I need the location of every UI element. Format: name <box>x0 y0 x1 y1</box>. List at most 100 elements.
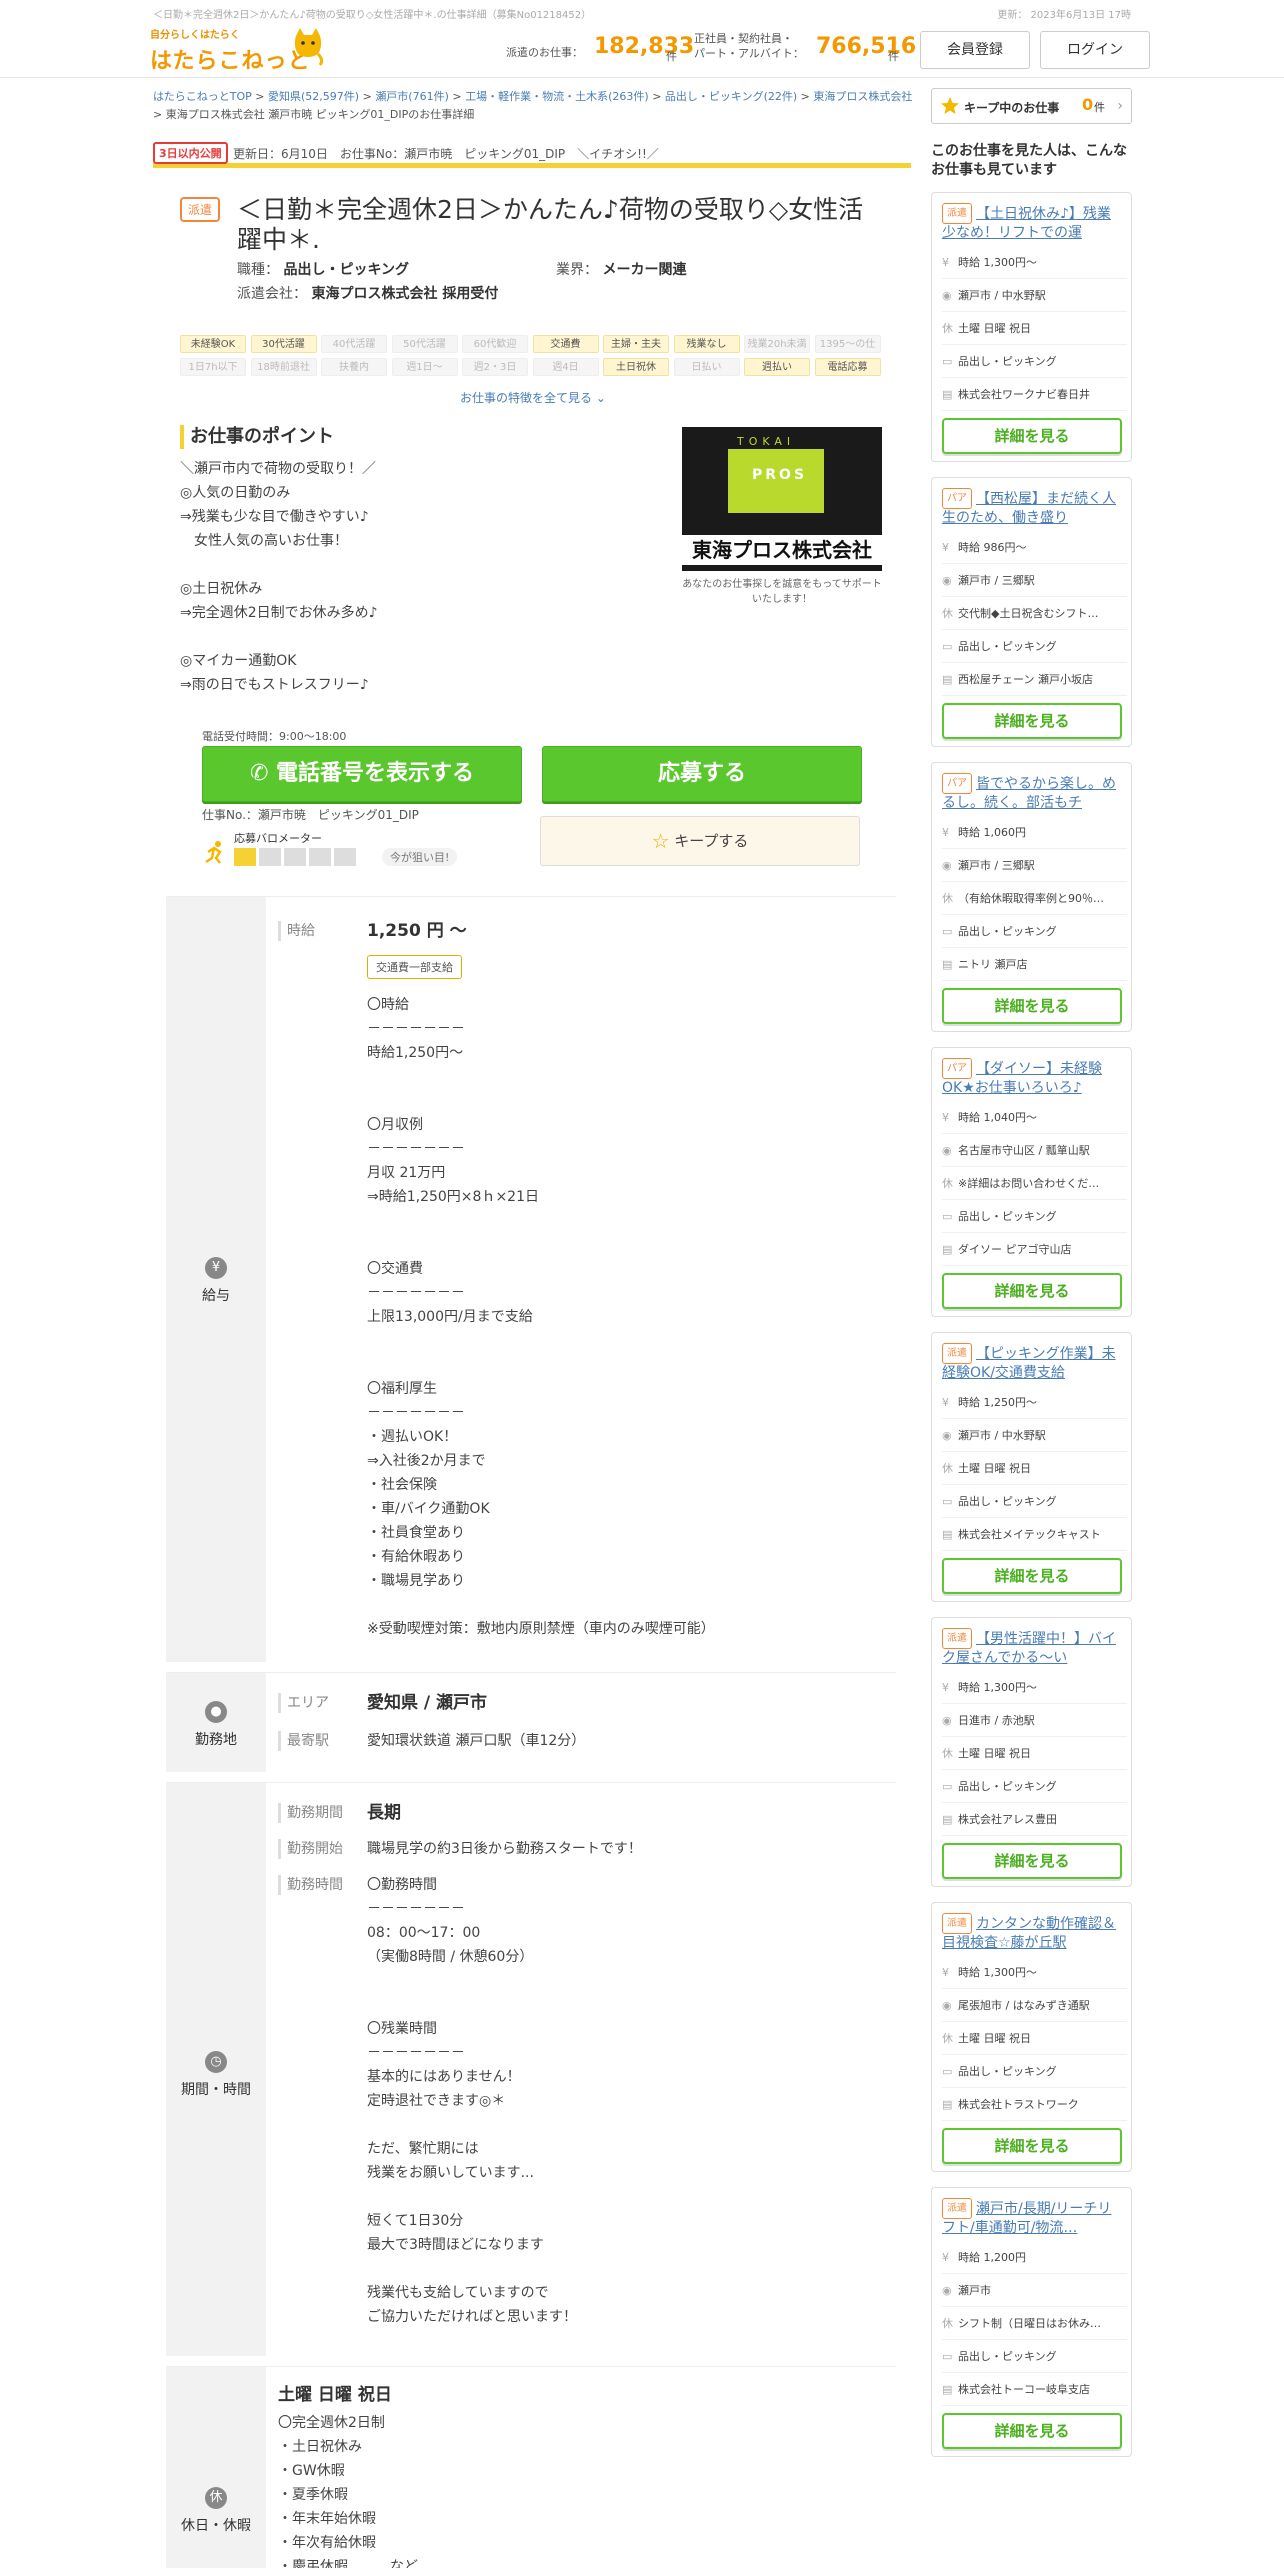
recommend-card-job: ▭ 品出し・ピッキング <box>942 631 1127 663</box>
detail-button[interactable]: 詳細を見る <box>942 2413 1122 2449</box>
company-icon: ▤ <box>942 1243 953 1256</box>
detail-button[interactable]: 詳細を見る <box>942 1273 1122 1309</box>
show-phone-button[interactable]: ✆ 電話番号を表示する <box>202 746 522 802</box>
recommend-card-job: ▭ 品出し・ピッキング <box>942 1201 1127 1233</box>
company-icon: ▤ <box>942 1528 953 1541</box>
recommend-card[interactable]: 派遣 瀬戸市/長期/リーチリフト/車通勤可/物流… ¥ 時給 1,200円 ◉ 瀬戸市休シ… <box>931 2187 1132 2457</box>
recommend-card-pay-text: 時給 1,300円～ <box>958 1966 1037 1979</box>
recommend-card-place: ◉ 尾張旭市 / はなみずき通駅 <box>942 1990 1127 2022</box>
breadcrumb-item[interactable]: 愛知県(52,597件) <box>268 90 359 103</box>
recommend-card[interactable]: 派遣 【男性活躍中！】バイク屋さんでかる～い ¥ 時給 1,300円～ ◉ 日進市 / 赤… <box>931 1617 1132 1887</box>
recommend-card-title[interactable]: パア 【西松屋】まだ続く人生のため、働き盛り <box>942 488 1122 526</box>
recommend-card[interactable]: 派遣 カンタンな動作確認＆目視検査☆藤が丘駅 ¥ 時給 1,300円～ ◉ 尾張旭市 / … <box>931 1902 1132 2172</box>
holiday-row: 休休日・休暇 土曜 日曜 祝日 〇完全週休2日制 ・土日祝休み ・GW休暇 ・夏… <box>166 2366 896 2568</box>
recommend-card-co-text: 株式会社アレス豊田 <box>958 1813 1057 1826</box>
recommend-card-title[interactable]: パア 【ダイソー】未経験OK★お仕事いろいろ♪ <box>942 1058 1122 1096</box>
salary-label-text: 給与 <box>202 1288 230 1304</box>
recommend-card-hol-text: 土曜 日曜 祝日 <box>958 1462 1031 1475</box>
holiday-icon: 休 <box>205 2487 227 2509</box>
recommend-card-co-text: 株式会社ワークナビ春日井 <box>958 388 1090 401</box>
holiday-icon: 休 <box>942 892 953 905</box>
job-icon: ▭ <box>942 1495 953 1508</box>
recommend-card-hol: 休 （有給休暇取得率例と90％… <box>942 883 1127 915</box>
holiday-label: 休休日・休暇 <box>166 2367 266 2568</box>
recommend-card-hol-text: 土曜 日曜 祝日 <box>958 1747 1031 1760</box>
recommend-card-job-text: 品出し・ピッキング <box>958 355 1057 368</box>
recommend-card-hol: 休シフト制（日曜日はお休み… <box>942 2308 1127 2340</box>
keep-list-label: キープ中のお仕事 <box>964 101 1060 115</box>
company-logo: TOKAI PROS 東海プロス株式会社 <box>682 427 882 571</box>
occupation-label: 職種： <box>237 262 279 278</box>
recommend-card-hol-text: ※詳細はお問い合わせくだ… <box>958 1177 1100 1190</box>
detail-button[interactable]: 詳細を見る <box>942 2128 1122 2164</box>
recommend-card-pay: ¥ 時給 1,300円～ <box>942 1957 1127 1989</box>
keep-list-link[interactable]: キープ中のお仕事 0 件 › <box>931 88 1132 124</box>
detail-button[interactable]: 詳細を見る <box>942 418 1122 454</box>
recommend-card-place: ◉ 名古屋市守山区 / 瓢箪山駅 <box>942 1135 1127 1167</box>
recommend-title: このお仕事を見た人は、こんなお仕事も見ています <box>931 143 1127 178</box>
recommend-card[interactable]: パア 【西松屋】まだ続く人生のため、働き盛り ¥ 時給 986円～ ◉ 瀬戸市 / 三郷駅… <box>931 477 1132 747</box>
job-type-badge: パア <box>942 488 972 509</box>
feature-tag: 1日7h以下 <box>180 358 246 376</box>
recommend-card[interactable]: 派遣 【土日祝休み♪】残業少なめ！リフトでの運 ¥ 時給 1,300円～ ◉ 瀬戸市 / … <box>931 192 1132 462</box>
recommend-card-hol-text: （有給休暇取得率例と90％… <box>958 892 1104 905</box>
recommend-card-place-text: 名古屋市守山区 / 瓢箪山駅 <box>958 1144 1090 1157</box>
recommend-card-hol: 休土曜 日曜 祝日 <box>942 2023 1127 2055</box>
detail-button[interactable]: 詳細を見る <box>942 703 1122 739</box>
recommend-card-job-text: 品出し・ピッキング <box>958 1780 1057 1793</box>
breadcrumb-item[interactable]: 工場・軽作業・物流・土木系(263件) <box>465 90 649 103</box>
action-area: 電話受付時間：9:00～18:00 ✆ 電話番号を表示する 応募する 仕事No.… <box>200 726 864 866</box>
feature-tag: 週払い <box>744 358 810 376</box>
start-label: 勤務開始 <box>278 1839 343 1859</box>
site-logo[interactable]: 自分らしくはたらく はたらこねっと <box>150 26 330 74</box>
detail-button[interactable]: 詳細を見る <box>942 1843 1122 1879</box>
holiday-icon: 休 <box>942 1747 953 1760</box>
register-button[interactable]: 会員登録 <box>920 31 1030 69</box>
other-count: 766,516 <box>816 34 917 59</box>
detail-button[interactable]: 詳細を見る <box>942 988 1122 1024</box>
top-strip: ＜日勤＊完全週休2日＞かんたん♪荷物の受取り◇女性活躍中＊.の仕事詳細（募集No… <box>0 0 1284 22</box>
job-number: 仕事No.：瀬戸市暁 ピッキング01_DIP <box>202 808 419 822</box>
breadcrumb-item[interactable]: はたらこねっとTOP <box>153 90 252 103</box>
recommend-card-place-text: 瀬戸市 <box>958 2284 991 2297</box>
breadcrumb-separator: > <box>452 90 462 103</box>
recommend-card-title[interactable]: 派遣 カンタンな動作確認＆目視検査☆藤が丘駅 <box>942 1913 1122 1951</box>
recommend-card-title[interactable]: 派遣 【土日祝休み♪】残業少なめ！リフトでの運 <box>942 203 1122 241</box>
holiday-icon: 休 <box>942 2032 953 2045</box>
update-bar: 3日以内公開 更新日：6月10日 お仕事No：瀬戸市暁 ピッキング01_DIP … <box>153 140 911 168</box>
breadcrumb-item[interactable]: 東海プロス株式会社 <box>813 90 912 103</box>
logo-mid-text: PROS <box>752 467 808 483</box>
recommend-card-title[interactable]: 派遣 瀬戸市/長期/リーチリフト/車通勤可/物流… <box>942 2198 1122 2236</box>
industry-label: 業界： <box>556 262 598 278</box>
recommend-card-job: ▭ 品出し・ピッキング <box>942 916 1127 948</box>
period-label: ◷ 期間・時間 <box>166 1783 266 2356</box>
period-row: ◷ 期間・時間 勤務期間 長期 勤務開始 職場見学の約3日後から勤務スタートです！… <box>166 1782 896 2356</box>
breadcrumb-item[interactable]: 品出し・ピッキング(22件) <box>665 90 797 103</box>
area-label: エリア <box>278 1693 329 1713</box>
recommend-card[interactable]: パア 【ダイソー】未経験OK★お仕事いろいろ♪ ¥ 時給 1,040円～ ◉ 名古屋市守山… <box>931 1047 1132 1317</box>
company-icon: ▤ <box>942 2383 953 2396</box>
recommend-card-title[interactable]: 派遣 【ピッキング作業】未経験OK/交通費支給 <box>942 1343 1122 1381</box>
recommend-card-co-text: 株式会社トラストワーク <box>958 2098 1079 2111</box>
company-icon: ▤ <box>942 2098 953 2111</box>
recommend-card-place-text: 瀬戸市 / 中水野駅 <box>958 289 1046 302</box>
breadcrumb-item[interactable]: 瀬戸市(761件) <box>375 90 449 103</box>
detail-button[interactable]: 詳細を見る <box>942 1558 1122 1594</box>
feature-tag: 週1日～ <box>391 358 458 376</box>
recommend-card-title[interactable]: パア 皆でやるから楽し。めるし。続く。部活もチ <box>942 773 1122 811</box>
keep-button[interactable]: ☆ キープする <box>540 816 860 866</box>
job-icon: ▭ <box>942 2065 953 2078</box>
apply-barometer: 応募バロメーター 今が狙い目! <box>202 830 462 866</box>
recommend-card-place: ◉ 瀬戸市 / 中水野駅 <box>942 280 1127 312</box>
recommend-card-pay: ¥ 時給 1,060円 <box>942 817 1127 849</box>
recommend-card-job: ▭ 品出し・ピッキング <box>942 2056 1127 2088</box>
login-button[interactable]: ログイン <box>1040 31 1150 69</box>
apply-button[interactable]: 応募する <box>542 746 862 802</box>
star-icon: ☆ <box>651 829 670 853</box>
recommend-card[interactable]: パア 皆でやるから楽し。めるし。続く。部活もチ ¥ 時給 1,060円 ◉ 瀬戸市 / 三… <box>931 762 1132 1032</box>
recommend-card-title[interactable]: 派遣 【男性活躍中！】バイク屋さんでかる～い <box>942 1628 1122 1666</box>
feature-tag: 電話応募 <box>814 358 881 376</box>
new-badge: 3日以内公開 <box>153 142 228 164</box>
all-features-link[interactable]: お仕事の特徴を全て見る ⌄ <box>460 389 606 406</box>
recommend-card[interactable]: 派遣 【ピッキング作業】未経験OK/交通費支給 ¥ 時給 1,250円～ ◉ 瀬戸市 / … <box>931 1332 1132 1602</box>
